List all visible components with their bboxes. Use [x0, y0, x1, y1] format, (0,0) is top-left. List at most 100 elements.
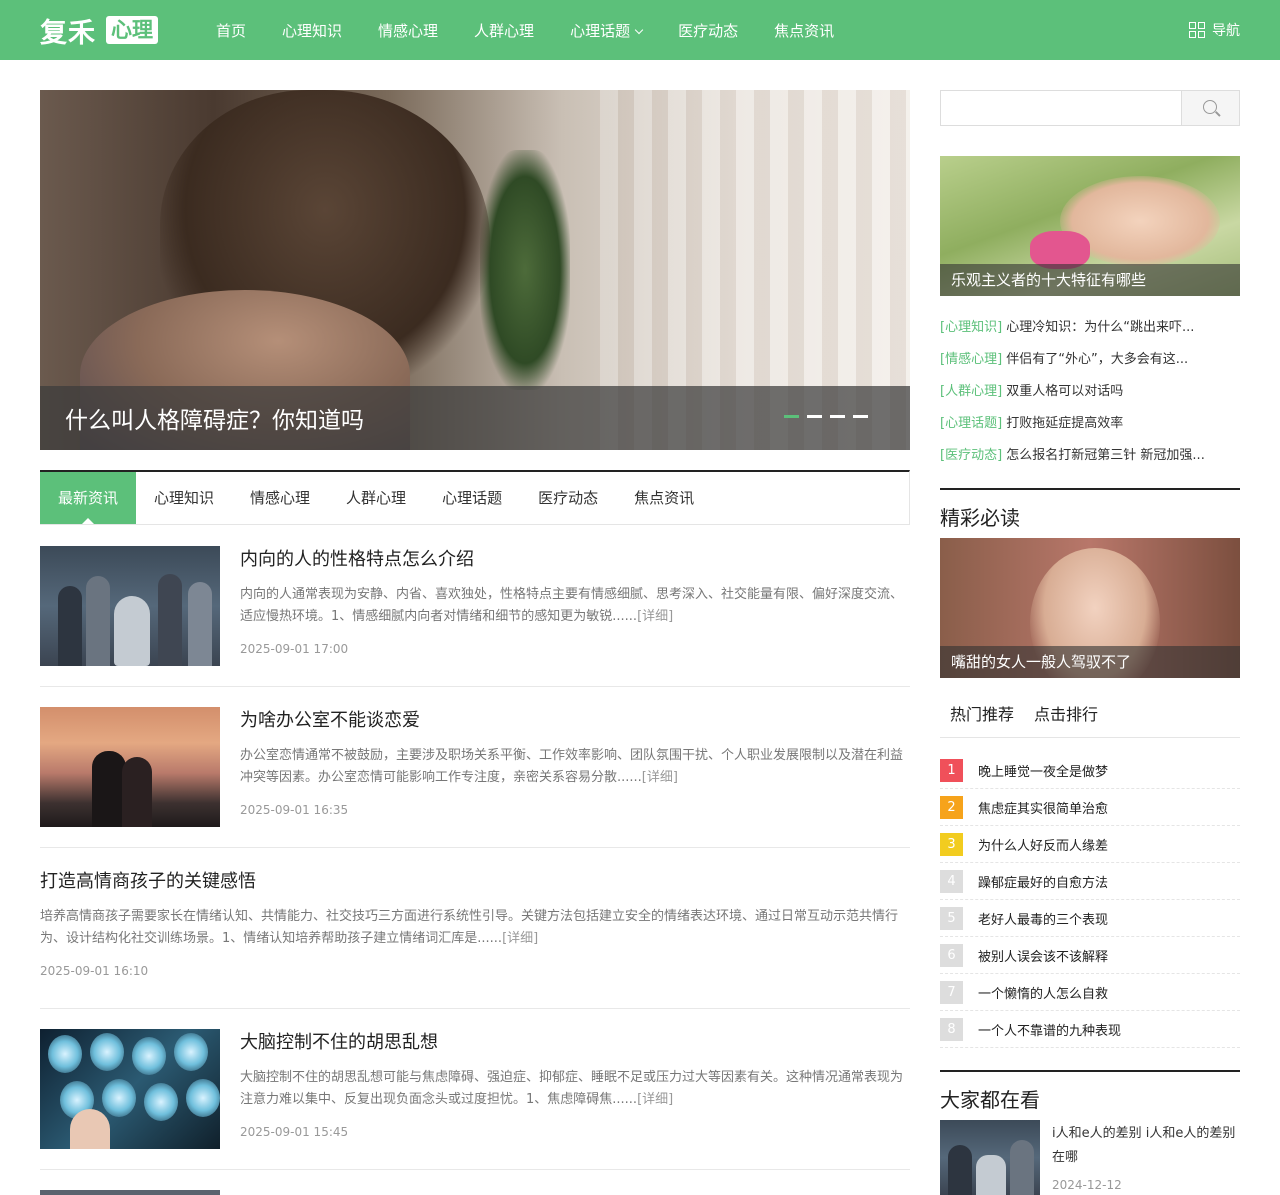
search-box [940, 90, 1240, 126]
list-item[interactable]: [情感心理] 伴侣有了“外心”，大多会有这... [940, 348, 1240, 380]
rank-title: 躁郁症最好的自愈方法 [978, 875, 1109, 891]
article-body: 打造高情商孩子的关键感悟 培养高情商孩子需要家长在情绪认知、共情能力、社交技巧三… [40, 868, 910, 978]
article-more-link[interactable]: [详细] [637, 609, 673, 624]
nav-emotion[interactable]: 情感心理 [360, 0, 456, 60]
tab-hot-recommend[interactable]: 热门推荐 [940, 700, 1024, 737]
chevron-down-icon [634, 25, 644, 35]
slider-dot-2[interactable] [807, 415, 822, 418]
article-more-link[interactable]: [详细] [502, 931, 538, 946]
tab-psych-knowledge[interactable]: 心理知识 [136, 472, 232, 524]
rank-title: 晚上睡觉一夜全是做梦 [978, 764, 1109, 780]
article-date: 2025-09-01 16:10 [40, 964, 149, 978]
list-item[interactable]: [人群心理] 双重人格可以对话吗 [940, 380, 1240, 412]
article-thumbnail[interactable] [40, 546, 220, 666]
list-item[interactable]: 6 被别人误会该不该解释 [940, 937, 1240, 974]
article-summary-text: 内向的人通常表现为安静、内省、喜欢独处，性格特点主要有情感细腻、思考深入、社交能… [240, 587, 904, 624]
nav-crowd[interactable]: 人群心理 [456, 0, 552, 60]
list-item[interactable]: 4 躁郁症最好的自愈方法 [940, 863, 1240, 900]
sidebar-featured-image[interactable]: 乐观主义者的十大特征有哪些 [940, 156, 1240, 296]
article-body: 为啥办公室不能谈恋爱 办公室恋情通常不被鼓励，主要涉及职场关系平衡、工作效率影响… [240, 707, 910, 817]
list-item-title: 伴侣有了“外心”，大多会有这... [1006, 352, 1189, 367]
article-thumbnail[interactable] [40, 1029, 220, 1149]
tab-focus[interactable]: 焦点资讯 [616, 472, 712, 524]
nav-home[interactable]: 首页 [198, 0, 264, 60]
nav-menu-button[interactable]: 导航 [1189, 20, 1240, 40]
main-nav: 首页 心理知识 情感心理 人群心理 心理话题 医疗动态 焦点资讯 [198, 0, 852, 60]
list-item[interactable]: 1 晚上睡觉一夜全是做梦 [940, 752, 1240, 789]
slider-dot-3[interactable] [830, 415, 845, 418]
rank-tabs: 热门推荐 点击排行 [940, 700, 1240, 738]
watch-title: i人和e人的差别 i人和e人的差别在哪 [1052, 1126, 1236, 1165]
nav-topics-label: 心理话题 [570, 22, 631, 40]
article-item: 为啥办公室不能谈恋爱 办公室恋情通常不被鼓励，主要涉及职场关系平衡、工作效率影响… [40, 707, 910, 848]
list-item[interactable]: i人和e人的差别 i人和e人的差别在哪 2024-12-12 [940, 1120, 1240, 1195]
list-item[interactable]: 2 焦虑症其实很简单治愈 [940, 789, 1240, 826]
nav-medical[interactable]: 医疗动态 [660, 0, 756, 60]
tab-click-ranking[interactable]: 点击排行 [1024, 700, 1108, 737]
article-summary-text: 培养高情商孩子需要家长在情绪认知、共情能力、社交技巧三方面进行系统性引导。关键方… [40, 909, 899, 946]
article-item: 内向的人的性格特点怎么介绍 内向的人通常表现为安静、内省、喜欢独处，性格特点主要… [40, 546, 910, 687]
sidebar-category-list: [心理知识] 心理冷知识：为什么“跳出来吓... [情感心理] 伴侣有了“外心”… [940, 316, 1240, 476]
nav-focus[interactable]: 焦点资讯 [756, 0, 852, 60]
sidebar-featured-caption: 乐观主义者的十大特征有哪些 [940, 264, 1240, 296]
slider-dot-4[interactable] [853, 415, 868, 418]
hero-caption-bar: 什么叫人格障碍症？你知道吗 [40, 386, 910, 450]
search-input[interactable] [941, 91, 1183, 125]
watch-thumbnail[interactable] [940, 1120, 1040, 1195]
article-title[interactable]: 大脑控制不住的胡思乱想 [240, 1029, 910, 1057]
rank-title: 焦虑症其实很简单治愈 [978, 801, 1109, 817]
rank-number: 8 [940, 1017, 963, 1041]
list-item[interactable]: 8 一个人不靠谱的九种表现 [940, 1011, 1240, 1048]
article-date: 2025-09-01 17:00 [240, 642, 349, 656]
tab-crowd[interactable]: 人群心理 [328, 472, 424, 524]
top-header: 复禾 心理 首页 心理知识 情感心理 人群心理 心理话题 医疗动态 焦点资讯 导… [0, 0, 1280, 60]
article-thumbnail[interactable] [40, 707, 220, 827]
list-item-title: 打败拖延症提高效率 [1006, 416, 1124, 431]
watch-date: 2024-12-12 [1052, 1178, 1122, 1192]
tab-latest[interactable]: 最新资讯 [40, 472, 137, 524]
article-item: 打造高情商孩子的关键感悟 培养高情商孩子需要家长在情绪认知、共情能力、社交技巧三… [40, 868, 910, 1009]
article-title[interactable]: 打造高情商孩子的关键感悟 [40, 868, 910, 896]
article-title[interactable]: 为啥办公室不能谈恋爱 [240, 707, 910, 735]
site-logo[interactable]: 复禾 心理 [40, 14, 158, 49]
article-title[interactable]: 内向的人的性格特点怎么介绍 [240, 546, 910, 574]
watching-heading: 大家都在看 [940, 1070, 1240, 1113]
rank-title: 老好人最毒的三个表现 [978, 912, 1109, 928]
list-item[interactable]: 3 为什么人好反而人缘差 [940, 826, 1240, 863]
article-summary-text: 大脑控制不住的胡思乱想可能与焦虑障碍、强迫症、抑郁症、睡眠不足或压力过大等因素有… [240, 1070, 904, 1107]
slider-dots [784, 415, 868, 418]
rank-number: 1 [940, 758, 963, 782]
article-date: 2025-09-01 16:35 [240, 803, 349, 817]
nav-psych-knowledge[interactable]: 心理知识 [264, 0, 360, 60]
rank-number: 7 [940, 980, 963, 1004]
hero-slider[interactable]: 什么叫人格障碍症？你知道吗 [40, 90, 910, 450]
article-summary: 办公室恋情通常不被鼓励，主要涉及职场关系平衡、工作效率影响、团队氛围干扰、个人职… [240, 745, 910, 789]
list-item-category: [情感心理] [940, 352, 1003, 367]
article-more-link[interactable]: [详细] [637, 1092, 673, 1107]
hero-title[interactable]: 什么叫人格障碍症？你知道吗 [65, 401, 364, 435]
logo-main-text: 复禾 [40, 17, 96, 49]
list-item-category: [心理知识] [940, 320, 1003, 335]
list-item[interactable]: [医疗动态] 怎么报名打新冠第三针 新冠加强... [940, 444, 1240, 476]
rank-title: 一个人不靠谱的九种表现 [978, 1023, 1122, 1039]
rank-number: 4 [940, 869, 963, 893]
list-item[interactable]: 5 老好人最毒的三个表现 [940, 900, 1240, 937]
article-more-link[interactable]: [详细] [642, 770, 678, 785]
article-date: 2025-09-01 15:45 [240, 1125, 349, 1139]
tab-topics[interactable]: 心理话题 [424, 472, 520, 524]
must-read-image[interactable]: 嘴甜的女人一般人驾驭不了 [940, 538, 1240, 678]
tab-emotion[interactable]: 情感心理 [232, 472, 328, 524]
list-item[interactable]: [心理话题] 打败拖延症提高效率 [940, 412, 1240, 444]
nav-topics[interactable]: 心理话题 [552, 0, 660, 60]
list-item[interactable]: [心理知识] 心理冷知识：为什么“跳出来吓... [940, 316, 1240, 348]
slider-dot-1[interactable] [784, 415, 799, 418]
search-button[interactable] [1181, 91, 1239, 125]
tab-medical[interactable]: 医疗动态 [520, 472, 616, 524]
list-item[interactable]: 7 一个懒惰的人怎么自救 [940, 974, 1240, 1011]
article-thumbnail[interactable] [40, 1190, 220, 1195]
list-item-title: 双重人格可以对话吗 [1006, 384, 1124, 399]
article-body: 大脑控制不住的胡思乱想 大脑控制不住的胡思乱想可能与焦虑障碍、强迫症、抑郁症、睡… [240, 1029, 910, 1139]
list-item-category: [心理话题] [940, 416, 1003, 431]
hero-image-plant [480, 150, 570, 390]
must-read-caption: 嘴甜的女人一般人驾驭不了 [940, 646, 1240, 678]
